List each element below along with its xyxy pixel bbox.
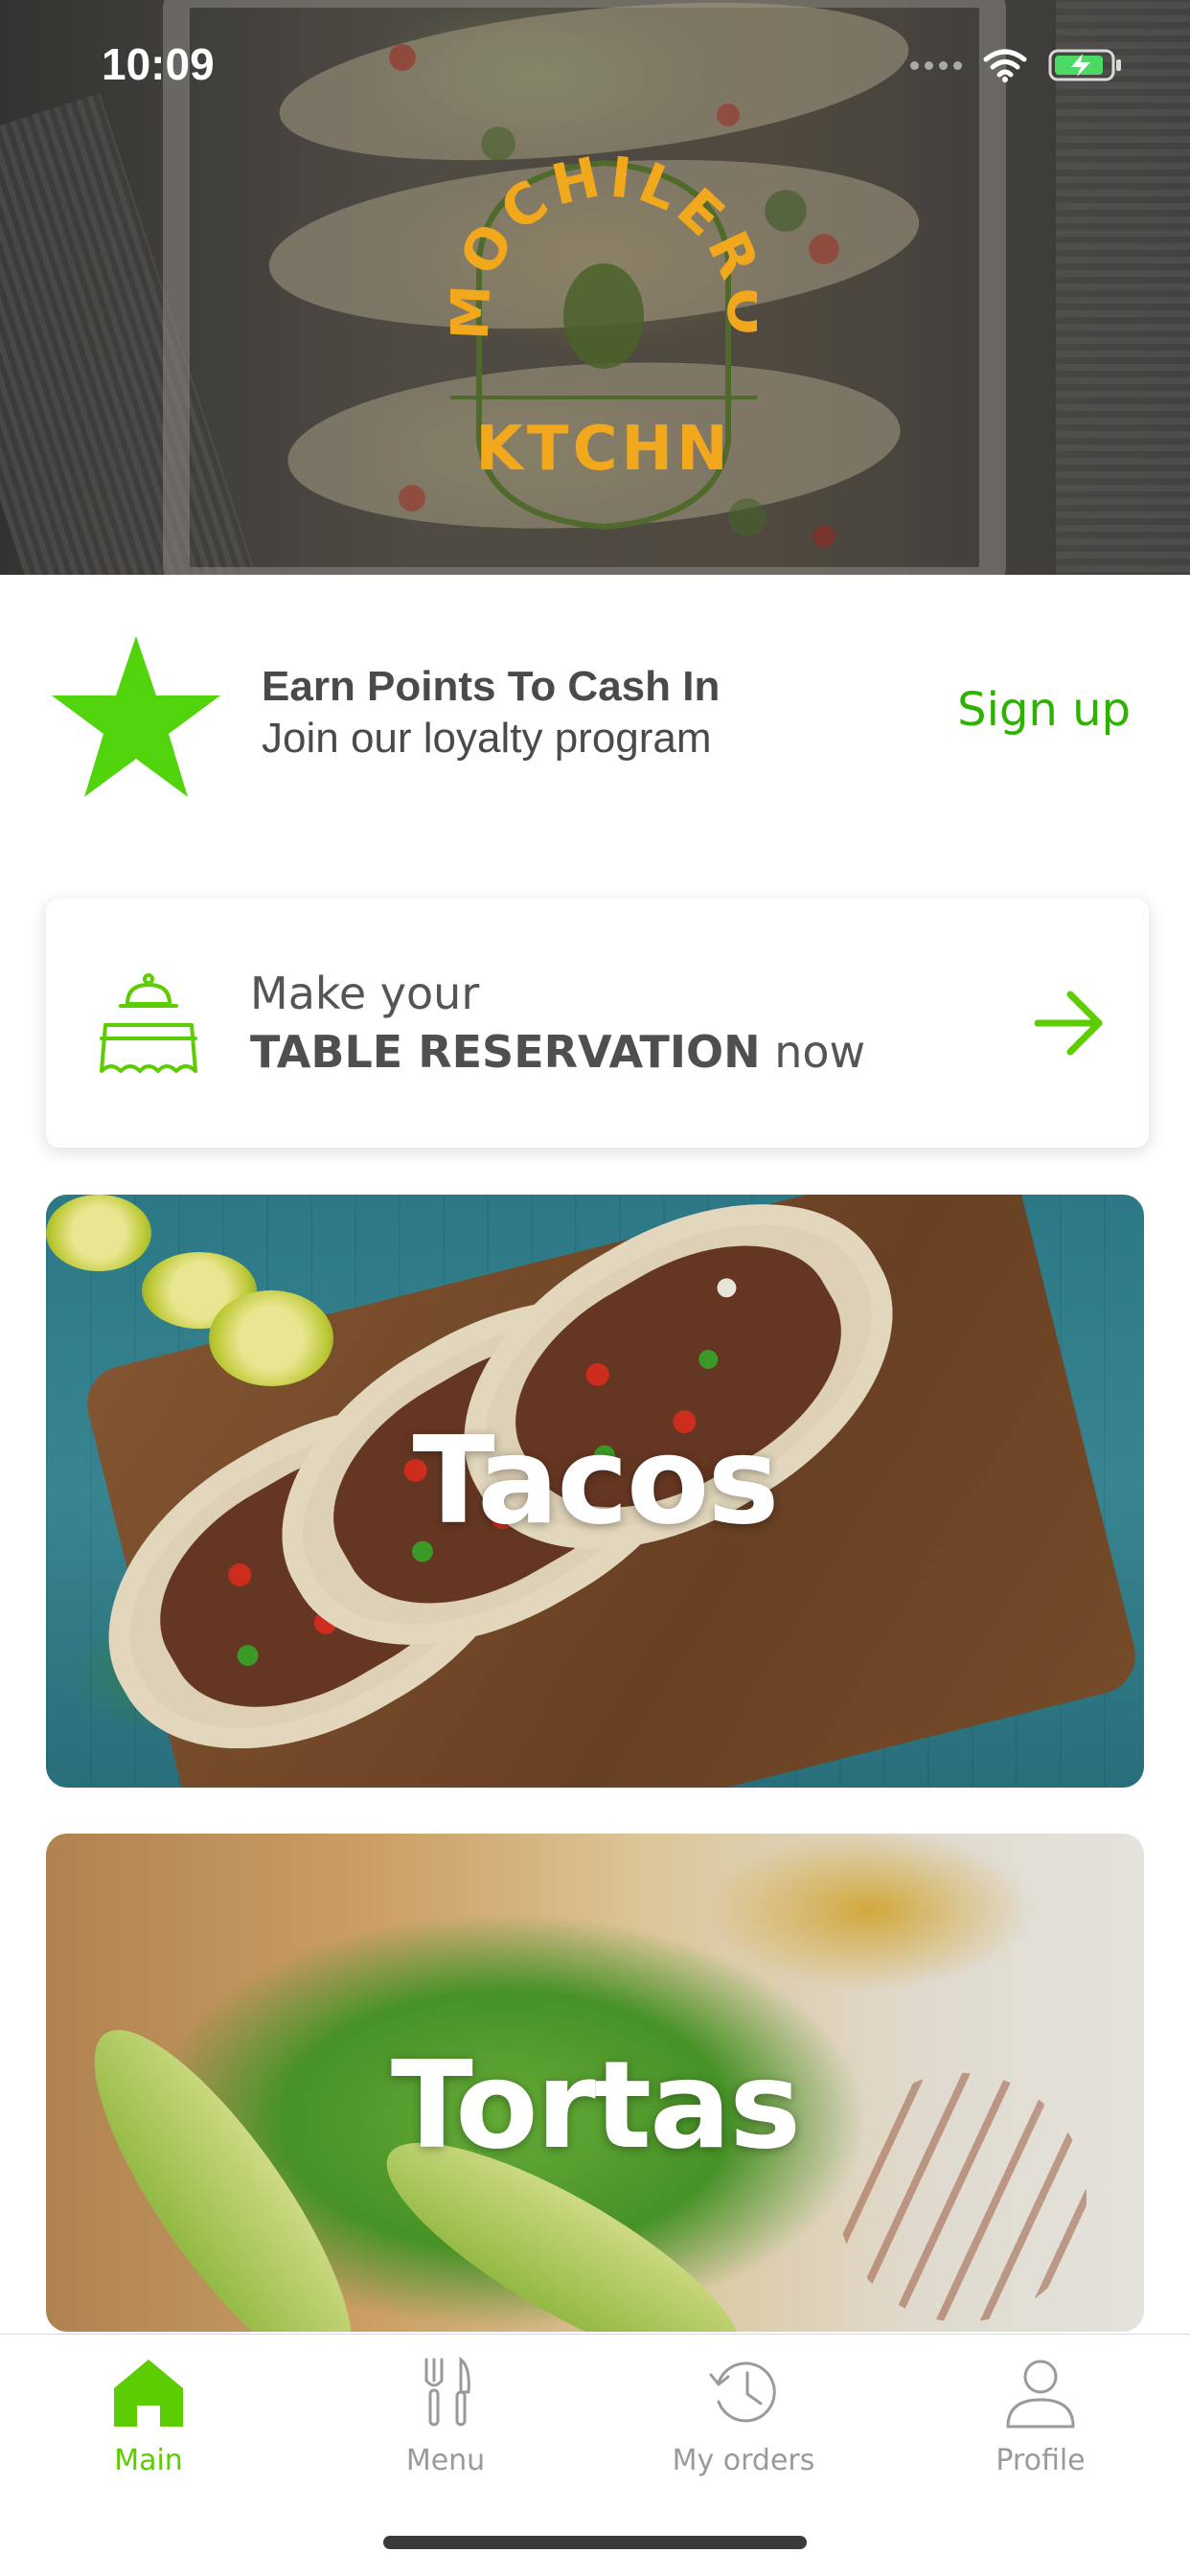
arrow-right-icon[interactable] bbox=[1034, 985, 1105, 1061]
category-card-tortas[interactable]: Tortas bbox=[46, 1834, 1144, 2332]
reservation-line1: Make your bbox=[250, 968, 480, 1019]
history-icon bbox=[709, 2361, 776, 2423]
cellular-signal-icon bbox=[910, 60, 962, 70]
tab-profile[interactable]: Profile bbox=[945, 2354, 1136, 2507]
status-time: 10:09 bbox=[102, 39, 215, 89]
loyalty-banner: Earn Points To Cash In Join our loyalty … bbox=[0, 575, 1190, 853]
signup-button[interactable]: Sign up bbox=[957, 683, 1131, 737]
category-label: Tacos bbox=[412, 1410, 780, 1551]
home-indicator bbox=[383, 2536, 807, 2549]
logo-bottom-text: KTCHN bbox=[475, 414, 731, 485]
table-reservation-card[interactable]: Make your TABLE RESERVATION now bbox=[46, 899, 1149, 1148]
reservation-suffix: now bbox=[760, 1026, 866, 1078]
loyalty-title: Earn Points To Cash In bbox=[262, 663, 721, 710]
table-icon bbox=[100, 973, 197, 1073]
user-icon bbox=[1006, 2359, 1075, 2428]
tab-menu[interactable]: Menu bbox=[350, 2354, 541, 2507]
brand-logo: MOCHILERO KTCHN bbox=[450, 153, 757, 531]
wifi-icon bbox=[983, 49, 1027, 82]
tab-main[interactable]: Main bbox=[53, 2354, 244, 2507]
tab-label: My orders bbox=[672, 2444, 815, 2477]
star-icon bbox=[52, 636, 220, 797]
loyalty-subtitle: Join our loyalty program bbox=[262, 715, 712, 762]
cutlery-icon bbox=[424, 2356, 470, 2427]
status-icons bbox=[910, 46, 1123, 84]
tab-label: Profile bbox=[995, 2444, 1086, 2477]
home-icon bbox=[114, 2359, 183, 2427]
reservation-line2: TABLE RESERVATION now bbox=[250, 1026, 865, 1078]
battery-icon bbox=[1048, 49, 1121, 81]
tab-label: Menu bbox=[405, 2444, 486, 2477]
tab-my-orders[interactable]: My orders bbox=[648, 2354, 839, 2507]
category-label: Tortas bbox=[390, 2035, 801, 2176]
category-card-tacos[interactable]: Tacos bbox=[46, 1195, 1144, 1788]
reservation-highlight: TABLE RESERVATION bbox=[250, 1026, 761, 1078]
tab-label: Main bbox=[114, 2444, 183, 2477]
status-bar: 10:09 bbox=[0, 0, 1190, 125]
